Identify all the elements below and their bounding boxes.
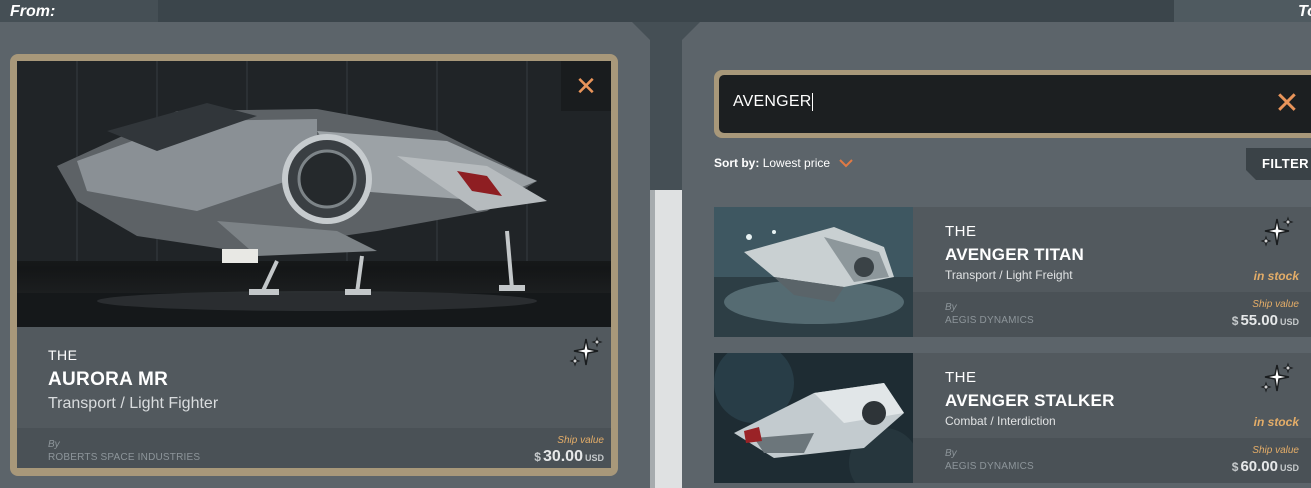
clear-search-icon[interactable]: ✕ bbox=[1269, 85, 1305, 123]
manufacturer: ROBERTS SPACE INDUSTRIES bbox=[48, 452, 201, 463]
ship-role: Transport / Light Fighter bbox=[48, 395, 219, 412]
by-label: By bbox=[945, 448, 957, 459]
result-card-avenger-titan[interactable]: THE AVENGER TITAN Transport / Light Frei… bbox=[714, 207, 1311, 337]
stock-status: in stock bbox=[1253, 415, 1299, 429]
ship-prefix: THE bbox=[945, 369, 977, 386]
selected-ship-card[interactable]: ✕ THE AURORA MR Transport / Light Fighte… bbox=[10, 54, 618, 476]
result-footer: By AEGIS DYNAMICS Ship value $60.00 USD bbox=[913, 438, 1311, 483]
top-strip bbox=[158, 0, 1174, 22]
search-box: AVENGER ✕ bbox=[714, 70, 1311, 138]
ship-image-avenger-stalker bbox=[714, 353, 919, 483]
result-card-avenger-stalker[interactable]: THE AVENGER STALKER Combat / Interdictio… bbox=[714, 353, 1311, 483]
search-input[interactable]: AVENGER bbox=[733, 93, 814, 111]
to-label: To bbox=[1298, 3, 1311, 20]
ship-image-aurora-mr: ✕ bbox=[17, 61, 611, 327]
ship-name: AURORA MR bbox=[48, 369, 169, 390]
filter-button[interactable]: FILTER bbox=[1246, 148, 1311, 180]
currency-symbol: $ bbox=[1231, 460, 1239, 474]
result-info: THE AVENGER STALKER Combat / Interdictio… bbox=[913, 353, 1311, 483]
ship-name: AVENGER TITAN bbox=[945, 245, 1084, 264]
by-label: By bbox=[48, 439, 60, 450]
sort-dropdown[interactable]: Sort by: Lowest price bbox=[714, 156, 854, 171]
ship-sparkle-icon bbox=[1260, 362, 1294, 393]
ship-role: Combat / Interdiction bbox=[945, 414, 1056, 428]
price-value: 55.00 bbox=[1240, 312, 1278, 329]
ship-prefix: THE bbox=[945, 223, 977, 240]
result-footer: By AEGIS DYNAMICS Ship value $55.00 USD bbox=[913, 292, 1311, 337]
from-label: From: bbox=[10, 3, 56, 20]
currency-code: USD bbox=[1279, 463, 1299, 473]
selected-ship-footer: By ROBERTS SPACE INDUSTRIES Ship value $… bbox=[17, 428, 611, 468]
close-icon[interactable]: ✕ bbox=[561, 61, 611, 111]
price-value: 30.00 bbox=[542, 448, 583, 465]
sort-value: Lowest price bbox=[762, 156, 831, 170]
manufacturer: AEGIS DYNAMICS bbox=[945, 315, 1034, 326]
search-inner[interactable]: AVENGER ✕ bbox=[719, 75, 1311, 133]
currency-symbol: $ bbox=[1231, 314, 1239, 328]
currency-symbol: $ bbox=[534, 450, 541, 464]
ship-value-label: Ship value bbox=[557, 435, 604, 446]
selected-ship-info: THE AURORA MR Transport / Light Fighter bbox=[17, 327, 611, 428]
price-value: 60.00 bbox=[1240, 458, 1278, 475]
ship-prefix: THE bbox=[48, 347, 78, 363]
ship-illustration bbox=[17, 61, 611, 327]
currency-code: USD bbox=[1279, 317, 1299, 327]
top-strip-right bbox=[1174, 0, 1311, 22]
currency-code: USD bbox=[584, 453, 604, 463]
ship-image-avenger-titan bbox=[714, 207, 913, 337]
ship-price: $60.00 USD bbox=[1232, 458, 1299, 475]
selected-ship-inner: ✕ THE AURORA MR Transport / Light Fighte… bbox=[17, 61, 611, 468]
manufacturer: AEGIS DYNAMICS bbox=[945, 461, 1034, 472]
ship-price: $55.00 USD bbox=[1232, 312, 1299, 329]
ship-sparkle-icon bbox=[569, 336, 603, 367]
ship-price: $30.00 USD bbox=[534, 448, 604, 466]
by-label: By bbox=[945, 302, 957, 313]
ship-role: Transport / Light Freight bbox=[945, 268, 1073, 282]
stock-status: in stock bbox=[1253, 269, 1299, 283]
ship-value-label: Ship value bbox=[1252, 445, 1299, 456]
ship-value-label: Ship value bbox=[1252, 299, 1299, 310]
ship-name: AVENGER STALKER bbox=[945, 391, 1115, 410]
ship-sparkle-icon bbox=[1260, 216, 1294, 247]
chevron-down-icon bbox=[839, 157, 854, 171]
result-info: THE AVENGER TITAN Transport / Light Frei… bbox=[913, 207, 1311, 337]
sort-label: Sort by: bbox=[714, 156, 760, 170]
